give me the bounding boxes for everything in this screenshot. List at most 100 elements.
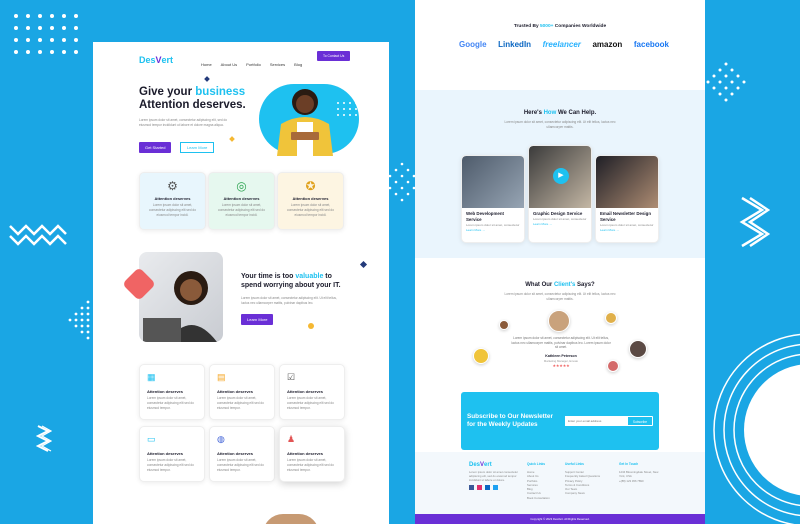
features-row: ⚙ Attention deserves Lorem ipsum dolor s…: [139, 172, 345, 232]
dots-diamond-decor-2: [388, 162, 416, 202]
orange-dot-decor: [308, 323, 314, 329]
about-learn-more-button[interactable]: Learn More: [241, 314, 274, 325]
instagram-icon[interactable]: [477, 485, 482, 490]
freelancer-logo: freelancer: [542, 40, 581, 49]
newsletter-banner: Subscribe to Our Newsletter for the Weekl…: [461, 392, 659, 450]
footer-col-title: Quick Links: [527, 462, 546, 466]
linkedin-icon[interactable]: [485, 485, 490, 490]
service-title: Attention deserves: [147, 389, 184, 394]
nav-blog[interactable]: Blog: [294, 62, 302, 67]
facebook-icon[interactable]: [469, 485, 474, 490]
avatar[interactable]: [499, 320, 509, 330]
trusted-text: Trusted By 5000+ Companies Worldwide: [513, 24, 607, 29]
help-text: Lorem ipsum dolor sit amet, consectetur …: [504, 120, 616, 129]
nav-home[interactable]: Home: [201, 62, 212, 67]
service-card[interactable]: ☑ Attention deserves Lorem ipsum dolor s…: [279, 364, 345, 420]
rating-stars: ★★★★★: [552, 364, 570, 368]
contact-button[interactable]: To Contact Us: [317, 51, 351, 61]
avatar[interactable]: [629, 340, 647, 358]
newsletter-email-input[interactable]: [565, 416, 627, 426]
copyright-bar: Copyright © 2023 DesVert. All Rights Res…: [415, 514, 705, 524]
service-title: Attention deserves: [217, 389, 254, 394]
footer-link[interactable]: Company News: [565, 491, 615, 495]
circle-rings-decor: [713, 333, 800, 524]
facebook-logo: facebook: [633, 40, 669, 49]
footer-phone: +(88) 123 456 7890: [619, 478, 644, 483]
feature-card[interactable]: ✪ Attention deserves Lorem ipsum dolor s…: [277, 172, 344, 230]
footer-text: Lorem ipsum dolor sit amet consectetur a…: [469, 470, 518, 482]
dots-diamond-decor: [706, 62, 746, 102]
wallet-icon: ▤: [217, 372, 226, 382]
feature-text: Lorem ipsum dolor sit amet, consectetur …: [149, 203, 196, 217]
dots-triangle-decor: [68, 300, 90, 340]
avatar[interactable]: [548, 310, 570, 332]
footer-col-title: Get In Touch: [619, 462, 639, 466]
avatar[interactable]: [605, 312, 617, 324]
avatar[interactable]: [473, 348, 489, 364]
subscribe-button[interactable]: Subscribe: [627, 417, 652, 425]
twitter-icon[interactable]: [493, 485, 498, 490]
testimonial-quote: Lorem ipsum dolor sit amet, consectetur …: [511, 336, 611, 350]
about-image: [139, 252, 223, 342]
brand-logos: Google LinkedIn freelancer amazon facebo…: [459, 40, 669, 49]
service-card[interactable]: ▦ Attention deserves Lorem ipsum dolor s…: [139, 364, 205, 420]
help-card-link[interactable]: Learn More →: [462, 228, 524, 232]
help-card-web[interactable]: Web Development Service Lorem ipsum dolo…: [461, 155, 525, 243]
feature-card[interactable]: ⚙ Attention deserves Lorem ipsum dolor s…: [139, 172, 206, 230]
social-icons: [469, 485, 519, 490]
footer-address: 1234 Bloomingdale Street, New York, USA: [619, 470, 659, 479]
footer-col-useful-links: Useful Links Support Center Frequently A…: [565, 462, 615, 496]
user-badge-icon: ♟: [287, 434, 296, 444]
nav-about[interactable]: About Us: [221, 62, 237, 67]
service-text: Lorem ipsum dolor sit amet, consectetur …: [287, 396, 334, 410]
service-title: Attention deserves: [287, 451, 324, 456]
newsletter-form: Subscribe: [565, 416, 653, 426]
footer-logo[interactable]: DesVert: [469, 462, 519, 468]
service-card[interactable]: ▤ Attention deserves Lorem ipsum dolor s…: [209, 364, 275, 420]
footer-link[interactable]: Book Consultation: [527, 496, 563, 500]
about-title: Your time is too valuable to spend worry…: [241, 273, 341, 289]
zigzag-icon: [9, 224, 67, 246]
newsletter-title: Subscribe to Our Newsletter for the Weekl…: [467, 413, 553, 429]
service-text: Lorem ipsum dolor sit amet, consectetur …: [217, 396, 264, 410]
feature-text: Lorem ipsum dolor sit amet, consectetur …: [218, 203, 265, 217]
service-card[interactable]: ◍ Attention deserves Lorem ipsum dolor s…: [209, 426, 275, 482]
globe-icon: ◍: [217, 434, 225, 444]
play-icon[interactable]: ▶: [553, 168, 569, 184]
service-text: Lorem ipsum dolor sit amet, consectetur …: [147, 458, 194, 472]
help-title: Here's How We Can Help.: [523, 110, 597, 116]
testimonials-title: What Our Client's Says?: [525, 282, 595, 288]
linkedin-logo: LinkedIn: [498, 40, 532, 49]
service-card[interactable]: ▭ Attention deserves Lorem ipsum dolor s…: [139, 426, 205, 482]
footer-col-title: Useful Links: [565, 462, 584, 466]
help-card-link[interactable]: Learn More →: [596, 228, 658, 232]
learn-more-button[interactable]: Learn More: [179, 142, 215, 153]
right-page-mockup: Trusted By 5000+ Companies Worldwide Goo…: [415, 0, 705, 524]
main-nav: Home About Us Portfolio Services Blog: [201, 53, 311, 71]
nav-services[interactable]: Services: [270, 62, 285, 67]
site-logo[interactable]: DesVert: [139, 50, 173, 68]
service-card[interactable]: ♟ Attention deserves Lorem ipsum dolor s…: [279, 426, 345, 482]
help-card-link[interactable]: Learn More →: [529, 222, 591, 226]
bottom-image-peek: [263, 514, 319, 524]
target-icon: ◎: [236, 179, 247, 193]
zigzag-vertical-icon: [36, 425, 52, 452]
nav-portfolio[interactable]: Portfolio: [246, 62, 261, 67]
help-card-email[interactable]: Email Newsletter Design Service Lorem ip…: [595, 155, 659, 243]
help-card-graphic[interactable]: ▶ Graphic Design Service Lorem ipsum dol…: [528, 145, 592, 243]
about-text: Lorem ipsum dolor sit amet, consectetur …: [241, 296, 337, 305]
amazon-logo: amazon: [592, 40, 623, 49]
help-card-title: Email Newsletter Design Service: [600, 211, 651, 222]
web-dev-image: [462, 156, 524, 208]
service-title: Attention deserves: [147, 451, 184, 456]
client-name: Kathleen Peterson: [545, 354, 577, 358]
decor-dots-topleft: [14, 14, 78, 54]
footer-col-contact: Get In Touch 1234 Bloomingdale Street, N…: [619, 462, 663, 483]
dots-grid-decor: [337, 102, 357, 116]
google-logo: Google: [459, 40, 487, 49]
zigzag-right-icon: [739, 196, 770, 248]
email-design-image: [596, 156, 658, 208]
hero-person-image: [277, 89, 333, 156]
feature-card[interactable]: ◎ Attention deserves Lorem ipsum dolor s…: [208, 172, 275, 230]
get-started-button[interactable]: Get Started: [139, 142, 172, 153]
